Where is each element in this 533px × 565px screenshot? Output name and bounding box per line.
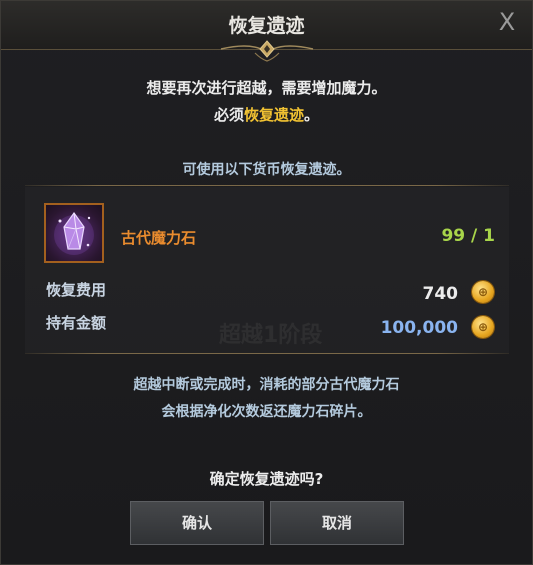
confirm-question: 确定恢复遗迹吗? [209, 470, 324, 488]
divider-top [25, 185, 509, 186]
message-line-2: 必须恢复遗迹。 [1, 104, 532, 125]
message-highlight: 恢复遗迹 [243, 106, 304, 124]
message-prefix: 必须 [213, 106, 244, 124]
title-ornament-icon [220, 40, 314, 62]
cancel-button[interactable]: 取消 [270, 501, 404, 545]
message-suffix: 。 [304, 106, 320, 124]
purple-crystal-icon [54, 211, 94, 255]
item-name: 古代魔力石 [121, 229, 197, 247]
note-line-1: 超越中断或完成时，消耗的部分古代魔力石 [133, 377, 400, 393]
dialog-title: 恢复遗迹 [228, 15, 305, 37]
note-line-2: 会根据净化次数返还魔力石碎片。 [161, 404, 372, 420]
ancient-mana-stone-icon [44, 203, 104, 263]
close-button[interactable]: X [494, 9, 520, 35]
message-line-1: 想要再次进行超越，需要增加魔力。 [146, 79, 387, 97]
owned-value: 100,000 [380, 318, 458, 338]
cost-label: 恢复费用 [46, 281, 107, 299]
restore-relic-dialog: 恢复遗迹 X 想要再次进行超越，需要增加魔力。 必须恢复遗迹。 可使用以下货币恢… [0, 0, 533, 565]
confirm-button[interactable]: 确认 [130, 501, 264, 545]
cost-value: 740 [422, 284, 459, 304]
item-count: 99 / 1 [441, 226, 495, 246]
gold-coin-icon: ⊕ [472, 316, 494, 338]
currency-hint: 可使用以下货币恢复遗迹。 [182, 162, 351, 178]
stage-watermark: 超越1阶段 [219, 323, 323, 348]
owned-label: 持有金额 [46, 314, 107, 332]
gold-coin-icon: ⊕ [472, 281, 494, 303]
divider-bottom [25, 353, 509, 354]
